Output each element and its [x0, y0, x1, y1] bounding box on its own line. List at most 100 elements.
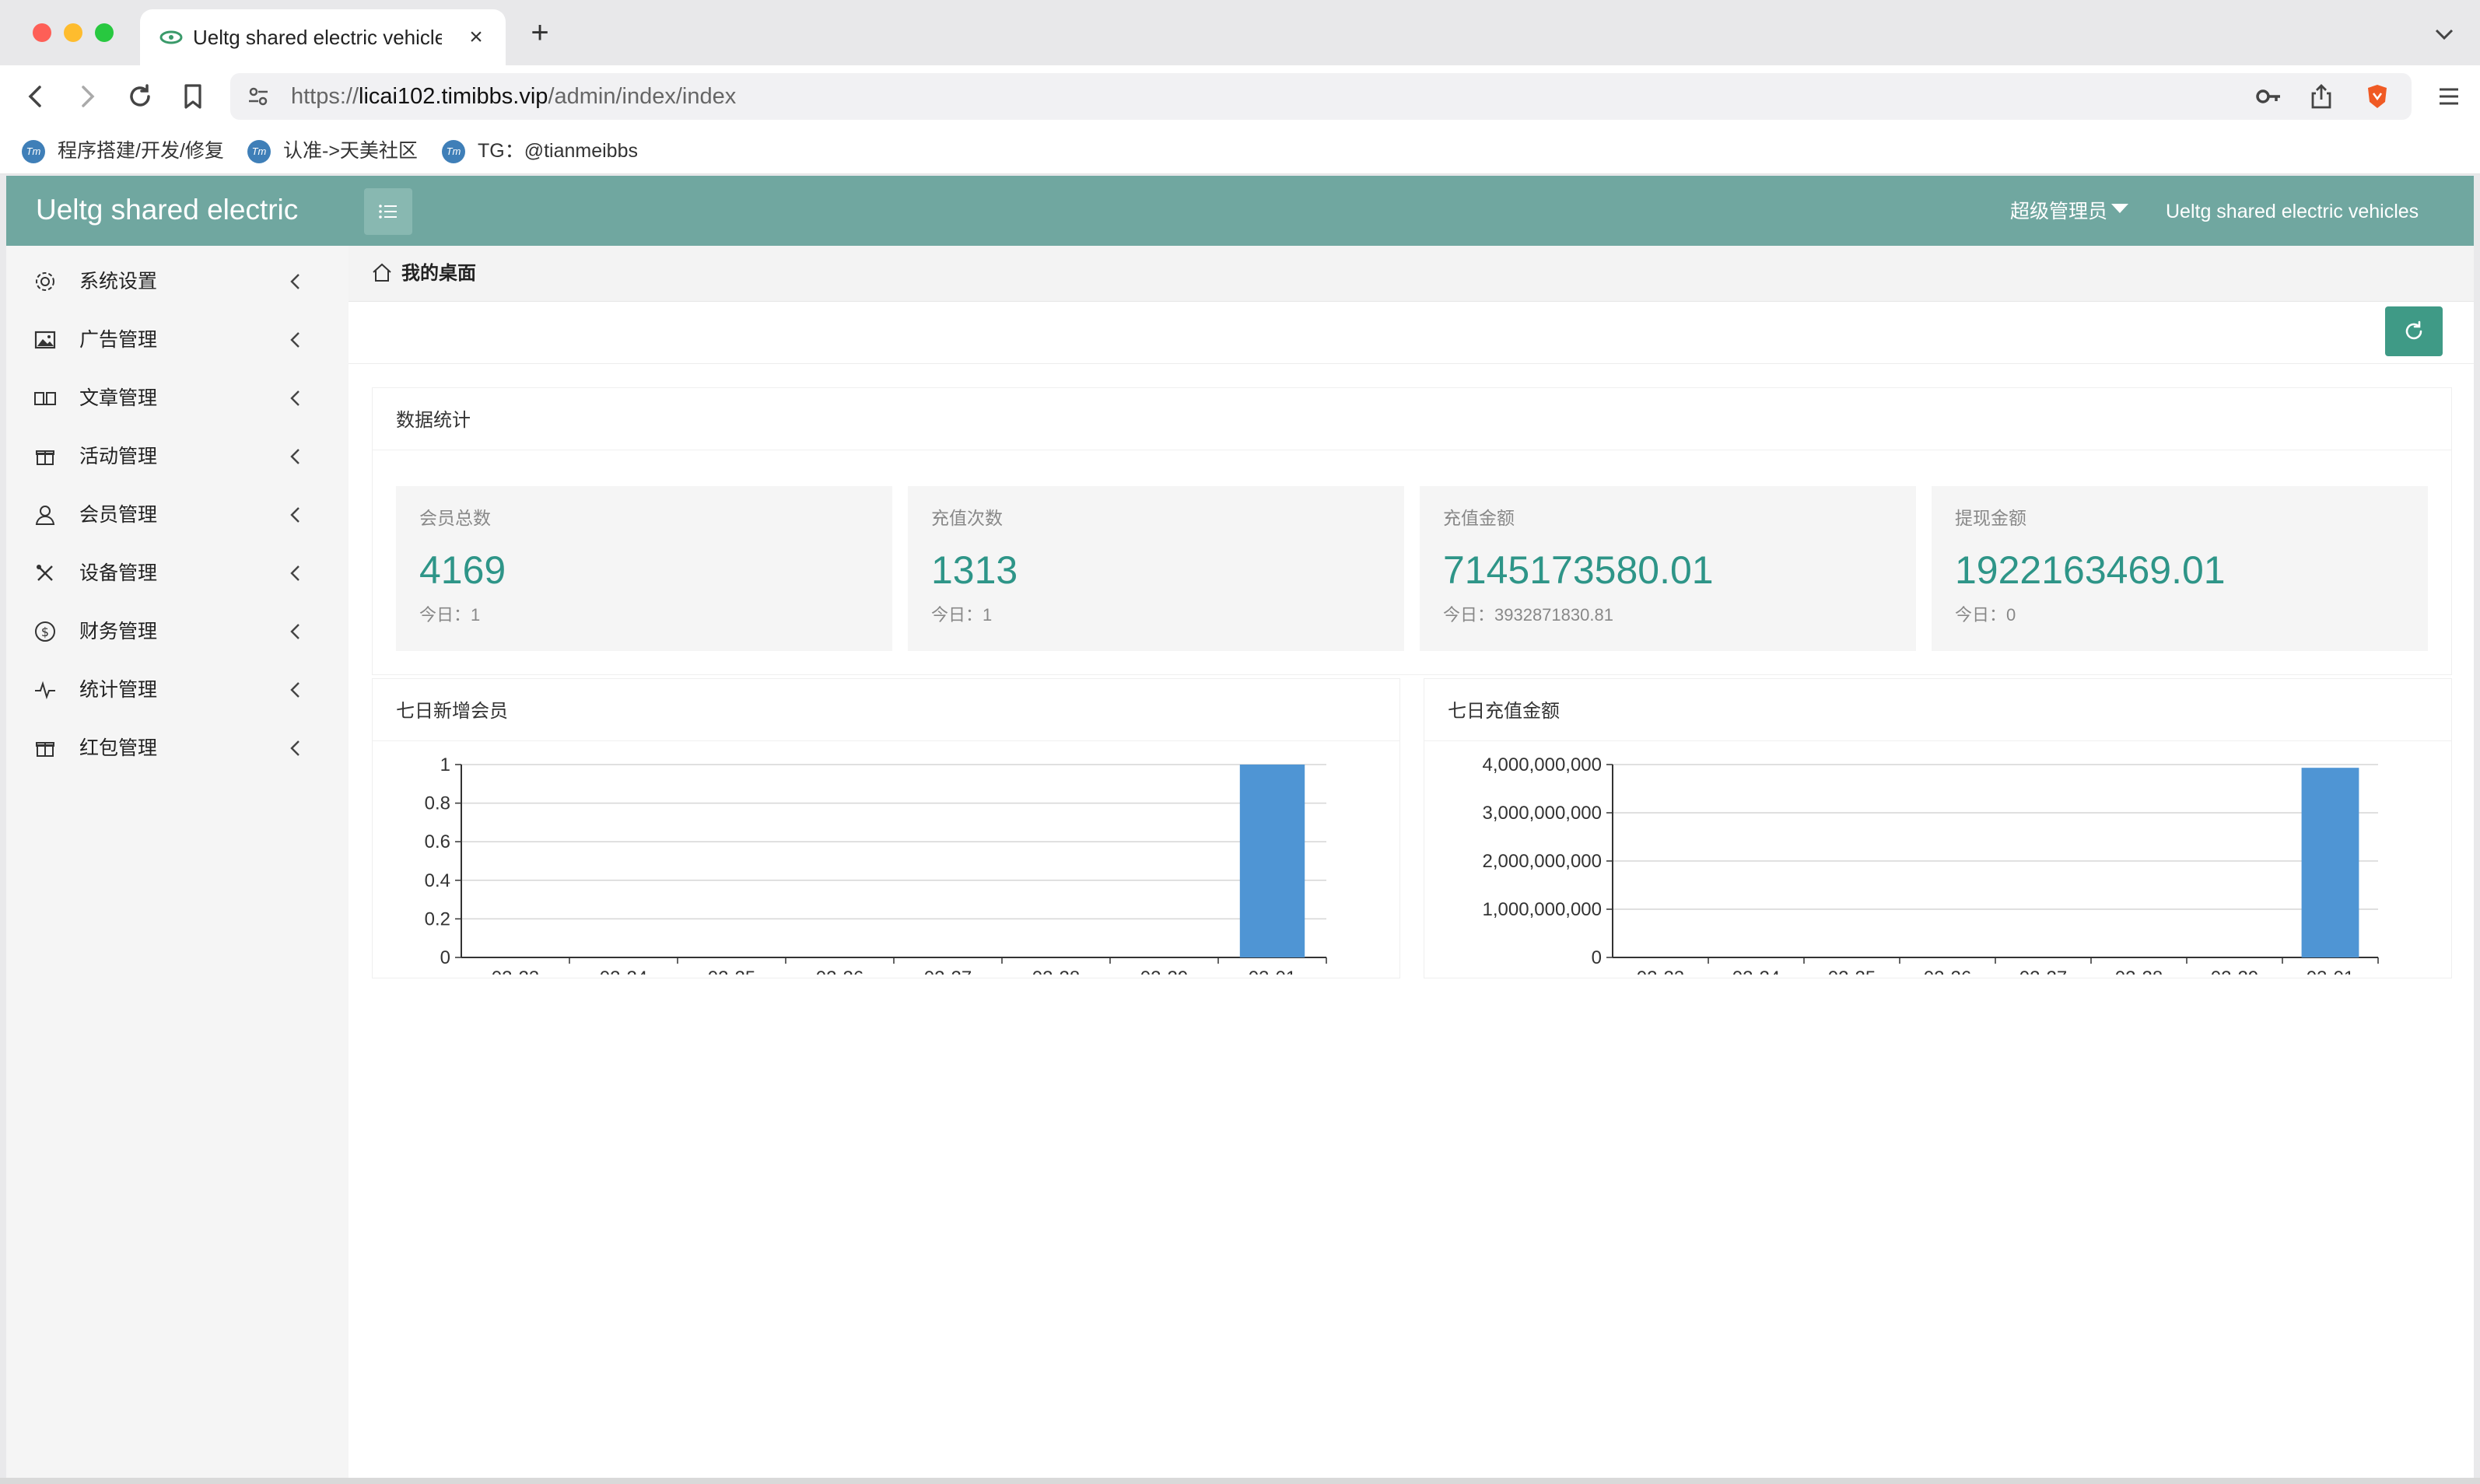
pulse-icon	[35, 681, 55, 700]
window-close-button[interactable]	[33, 23, 51, 42]
bookmark-label: TG：@tianmeibbs	[478, 140, 638, 162]
url-path: /admin/index/index	[548, 84, 737, 109]
x-tick-label: 03-01	[1249, 968, 1296, 975]
y-tick-label: 3,000,000,000	[1483, 803, 1602, 824]
y-tick-label: 0.2	[425, 908, 450, 929]
list-icon	[379, 205, 397, 219]
sidebar-item-members[interactable]: 会员管理	[6, 487, 349, 543]
admin-user-menu[interactable]: 超级管理员	[2010, 198, 2107, 226]
recharge-chart-header: 七日充值金额	[1424, 679, 2451, 741]
caret-down-icon[interactable]	[2111, 204, 2128, 213]
bookmark-item[interactable]: Tm 认准->天美社区	[247, 135, 426, 166]
forward-arrow-icon[interactable]	[70, 79, 104, 114]
home-icon[interactable]	[370, 261, 394, 285]
dollar-circle-icon: $	[35, 621, 55, 642]
y-tick-label: 0.4	[425, 870, 450, 891]
refresh-icon	[2405, 320, 2422, 340]
bookmark-label: 程序搭建/开发/修复	[58, 140, 224, 162]
sidebar-item-activities[interactable]: 活动管理	[6, 429, 349, 485]
svg-text:$: $	[41, 625, 49, 639]
x-tick-label: 02-24	[600, 968, 647, 975]
breadcrumb-current[interactable]: 我的桌面	[401, 260, 476, 288]
main-content: 我的桌面 数据统计 会员总数 4169 今日：1 充值次数 1313 今日：1 …	[349, 246, 2474, 1478]
tm-logo-icon: Tm	[22, 140, 45, 163]
sidebar-item-red-packets[interactable]: 红包管理	[6, 720, 349, 776]
y-tick-label: 2,000,000,000	[1483, 851, 1602, 872]
sidebar-item-label: 会员管理	[79, 504, 158, 526]
sidebar-item-articles[interactable]: 文章管理	[6, 370, 349, 426]
browser-menu-icon[interactable]	[2432, 79, 2466, 114]
image-icon	[34, 331, 56, 349]
bookmarks-bar: Tm 程序搭建/开发/修复 Tm 认准->天美社区 Tm TG：@tianmei…	[0, 128, 2480, 174]
tab-close-icon[interactable]: ×	[462, 23, 490, 51]
reload-icon[interactable]	[123, 79, 157, 114]
bookmark-icon[interactable]	[176, 79, 210, 114]
browser-toolbar: https://licai102.timibbs.vip/admin/index…	[0, 65, 2480, 128]
app-logo[interactable]: Ueltg shared electric	[36, 191, 298, 229]
stats-panel: 数据统计 会员总数 4169 今日：1 充值次数 1313 今日：1 充值金额 …	[372, 387, 2452, 675]
stats-panel-title: 数据统计	[396, 410, 471, 431]
x-tick-label: 02-29	[2211, 968, 2258, 975]
url-domain: licai102.timibbs.vip	[359, 84, 548, 109]
x-tick-label: 02-24	[1732, 968, 1780, 975]
bookmark-item[interactable]: Tm 程序搭建/开发/修复	[22, 135, 224, 166]
sidebar-item-system-settings[interactable]: 系统设置	[6, 254, 349, 310]
tab-list-chevron-icon[interactable]	[2429, 19, 2460, 50]
x-tick-label: 02-28	[2115, 968, 2163, 975]
chevron-left-icon	[290, 624, 299, 639]
key-icon[interactable]	[2254, 82, 2282, 110]
site-settings-icon[interactable]	[246, 84, 271, 109]
brave-shield-icon[interactable]	[2363, 82, 2391, 110]
sidebar-item-label: 系统设置	[79, 271, 158, 292]
stats-panel-header: 数据统计	[373, 388, 2451, 450]
stat-card-withdraw-amount: 提现金额 1922163469.01 今日：0	[1932, 486, 2428, 651]
members-chart-title: 七日新增会员	[396, 701, 508, 722]
site-favicon-icon	[159, 30, 183, 44]
sidebar-item-label: 红包管理	[79, 737, 158, 759]
y-tick-label: 4,000,000,000	[1483, 754, 1602, 775]
url-scheme: https://	[291, 84, 359, 109]
menu-toggle-button[interactable]	[364, 188, 412, 235]
sidebar-item-label: 文章管理	[79, 387, 158, 409]
chevron-left-icon	[290, 274, 299, 289]
x-tick-label: 02-23	[492, 968, 539, 975]
x-tick-label: 02-25	[708, 968, 755, 975]
sidebar-item-label: 活动管理	[79, 446, 158, 467]
window-bottom-edge	[0, 1478, 2480, 1484]
stat-value: 1313	[931, 548, 1018, 592]
sidebar-item-ads[interactable]: 广告管理	[6, 312, 349, 368]
window-minimize-button[interactable]	[64, 23, 82, 42]
sidebar-item-devices[interactable]: 设备管理	[6, 545, 349, 601]
gift-icon	[36, 742, 54, 757]
stat-value: 7145173580.01	[1443, 548, 1714, 592]
address-bar[interactable]: https://licai102.timibbs.vip/admin/index…	[230, 73, 2412, 120]
browser-tab-active[interactable]: Ueltg shared electric vehicles ×	[140, 9, 506, 65]
stat-today: 今日：1	[931, 605, 993, 625]
recharge-chart-panel: 七日充值金额 0 1,000,000,000 2,000,000,000 3,000,…	[1424, 678, 2452, 978]
window-zoom-button[interactable]	[95, 23, 114, 42]
bar	[1239, 765, 1305, 957]
site-name-link[interactable]: Ueltg shared electric vehicles	[2166, 198, 2419, 226]
sidebar-item-statistics[interactable]: 统计管理	[6, 662, 349, 718]
sidebar-item-finance[interactable]: $ 财务管理	[6, 604, 349, 660]
url-text[interactable]: https://licai102.timibbs.vip/admin/index…	[291, 81, 736, 112]
y-tick-label: 0.8	[425, 793, 450, 814]
gear-icon	[36, 272, 54, 291]
new-tab-icon[interactable]: +	[523, 16, 557, 50]
bookmark-item[interactable]: Tm TG：@tianmeibbs	[442, 135, 644, 166]
x-tick-label: 02-25	[1828, 968, 1876, 975]
y-tick-label: 1	[440, 754, 450, 775]
stat-today: 今日：0	[1955, 605, 2016, 625]
back-arrow-icon[interactable]	[19, 79, 53, 114]
members-bar-chart: 0 0.2 0.4 0.6 0.8 1 02-23 02-24 02-25 02-26 02-27 0…	[425, 754, 1327, 975]
tab-title: Ueltg shared electric vehicles	[193, 26, 442, 49]
recharge-bar-chart: 0 1,000,000,000 2,000,000,000 3,000,000,000…	[1483, 754, 2379, 975]
x-tick-label: 02-29	[1140, 968, 1188, 975]
stat-value: 1922163469.01	[1955, 548, 2226, 592]
x-tick-label: 03-01	[2307, 968, 2354, 975]
x-tick-label: 02-28	[1032, 968, 1080, 975]
refresh-button[interactable]	[2385, 306, 2443, 356]
tm-logo-icon: Tm	[442, 140, 465, 163]
share-icon[interactable]	[2307, 82, 2335, 110]
x-tick-label: 02-26	[816, 968, 863, 975]
